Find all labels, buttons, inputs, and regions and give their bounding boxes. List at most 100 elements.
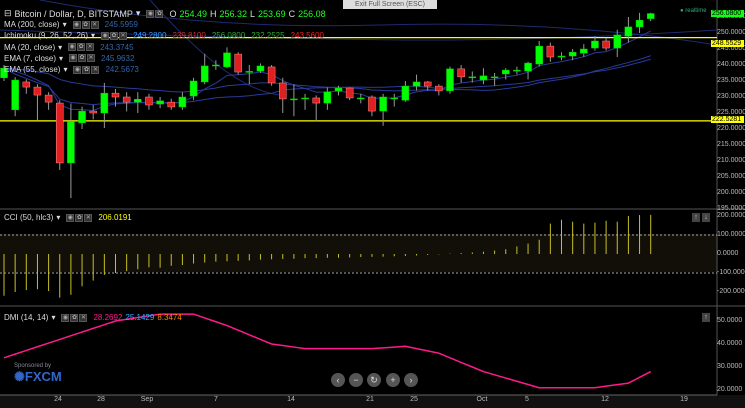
candle-up	[479, 75, 488, 81]
indicator-legend: MA (20, close) ▾ ◉ ✿ ✕ 243.3745	[4, 43, 137, 52]
exit-fullscreen-button[interactable]: Exit Full Screen (ESC)	[343, 0, 437, 9]
candle-up	[223, 52, 231, 68]
date-axis-label: 19	[680, 396, 688, 403]
settings-icon[interactable]: ✿	[78, 54, 87, 63]
settings-icon[interactable]: ✿	[110, 31, 119, 40]
dmi-name[interactable]: DMI (14, 14)	[4, 313, 48, 322]
candle-up	[301, 97, 309, 100]
chevron-down-icon[interactable]: ▾	[63, 65, 67, 74]
indicator-name[interactable]: MA (200, close)	[4, 20, 60, 29]
settings-icon[interactable]: ✿	[77, 43, 86, 52]
candle-up	[568, 51, 577, 57]
fxcm-brand: ✺FXCM	[14, 369, 62, 384]
close-icon[interactable]: ✕	[90, 20, 99, 29]
move-up-icon[interactable]: ↑	[702, 313, 710, 322]
candle-up	[100, 92, 109, 114]
hide-icon[interactable]: ◉	[66, 213, 75, 222]
close-icon[interactable]: ✕	[87, 54, 96, 63]
indicator-name[interactable]: MA (20, close)	[4, 43, 55, 52]
candle-up	[379, 96, 387, 112]
indicator-value: 243.3745	[100, 42, 134, 52]
indicator-legend: MA (200, close) ▾ ◉ ✿ ✕ 245.5959	[4, 20, 141, 29]
close-icon[interactable]: ✕	[91, 65, 100, 74]
close-icon[interactable]: ✕	[84, 213, 93, 222]
realtime-indicator: ● realtime	[680, 8, 707, 14]
close-icon[interactable]: ✕	[86, 43, 95, 52]
chevron-down-icon[interactable]: ▾	[91, 31, 95, 40]
candle-down	[602, 40, 610, 49]
scroll-right-button[interactable]: ›	[404, 373, 418, 387]
move-down-icon[interactable]: ↓	[702, 213, 710, 222]
chevron-down-icon[interactable]: ▾	[59, 54, 63, 63]
candle-down	[167, 101, 175, 108]
date-axis-label: 24	[54, 396, 62, 403]
candle-down	[89, 110, 97, 114]
upper-level-tag: 248.5529	[711, 40, 744, 47]
indicator-legend: EMA (7, close) ▾ ◉ ✿ ✕ 245.9632	[4, 54, 137, 63]
candle-up	[401, 85, 410, 101]
indicator-value: 256.0800	[211, 31, 246, 41]
high-label: H	[210, 8, 217, 19]
candle-down	[345, 87, 354, 99]
scroll-left-button[interactable]: ‹	[331, 373, 345, 387]
hide-icon[interactable]: ◉	[72, 20, 81, 29]
chevron-down-icon[interactable]: ▾	[58, 43, 62, 52]
candle-down	[546, 45, 555, 58]
candle-up	[624, 26, 633, 37]
close-value: 256.08	[298, 8, 326, 19]
indicator-name[interactable]: EMA (55, close)	[4, 65, 60, 74]
zoom-out-button[interactable]: −	[349, 373, 363, 387]
candle-up	[178, 96, 187, 108]
reset-button[interactable]: ↻	[367, 373, 381, 387]
settings-icon[interactable]: ✿	[82, 65, 91, 74]
sponsor-logo[interactable]: Sponsored by ✺FXCM	[14, 363, 62, 385]
chevron-down-icon[interactable]: ▾	[63, 20, 67, 29]
hide-icon[interactable]: ◉	[68, 43, 77, 52]
candle-up	[256, 65, 265, 72]
zoom-in-button[interactable]: +	[386, 373, 400, 387]
candle-up	[412, 81, 421, 87]
hide-icon[interactable]: ◉	[61, 313, 70, 322]
hide-icon[interactable]: ◉	[73, 65, 82, 74]
hide-icon[interactable]: ◉	[146, 9, 155, 18]
settings-icon[interactable]: ✿	[81, 20, 90, 29]
chevron-down-icon[interactable]: ▾	[56, 213, 60, 222]
collapse-icon[interactable]: ⊟	[4, 8, 12, 19]
chevron-down-icon[interactable]: ▾	[136, 8, 141, 19]
indicator-legend: EMA (55, close) ▾ ◉ ✿ ✕ 242.5673	[4, 65, 142, 74]
settings-icon[interactable]: ✿	[155, 9, 164, 18]
close-icon[interactable]: ✕	[119, 31, 128, 40]
date-axis-label: Sep	[140, 396, 154, 403]
move-up-icon[interactable]: ↑	[692, 213, 700, 222]
candle-up	[323, 91, 332, 104]
candle-up	[557, 55, 566, 58]
candle-up	[535, 45, 543, 65]
candle-up	[390, 97, 398, 100]
candle-up	[613, 34, 621, 49]
price-axis-label: 205.0000	[717, 173, 745, 180]
price-axis-label: 235.0000	[717, 77, 745, 84]
cci-name[interactable]: CCI (50, hlc3)	[4, 213, 53, 222]
indicator-name[interactable]: EMA (7, close)	[4, 54, 56, 63]
candle-down	[145, 96, 153, 106]
candle-up	[334, 87, 343, 92]
candle-up	[11, 79, 19, 111]
symbol-legend: ⊟ Bitcoin / Dollar, D, BITSTAMP ▾ ◉ ✿ O 254…	[4, 8, 326, 19]
open-label: O	[169, 8, 177, 19]
candle-up	[67, 121, 75, 164]
close-icon[interactable]: ✕	[79, 313, 88, 322]
hide-icon[interactable]: ◉	[101, 31, 110, 40]
cci-axis-label: -200.0000	[717, 288, 745, 295]
candle-up	[156, 100, 164, 105]
settings-icon[interactable]: ✿	[70, 313, 79, 322]
indicator-name[interactable]: Ichimoku (9, 26, 52, 26)	[4, 31, 88, 40]
open-value: 254.49	[179, 8, 207, 19]
candle-down	[56, 102, 64, 164]
chevron-down-icon[interactable]: ▾	[51, 313, 55, 322]
low-label: L	[250, 8, 256, 19]
candle-up	[490, 76, 499, 79]
price-axis-label: 195.0000	[717, 205, 745, 212]
settings-icon[interactable]: ✿	[75, 213, 84, 222]
hide-icon[interactable]: ◉	[69, 54, 78, 63]
symbol-title[interactable]: Bitcoin / Dollar, D, BITSTAMP	[15, 9, 133, 19]
